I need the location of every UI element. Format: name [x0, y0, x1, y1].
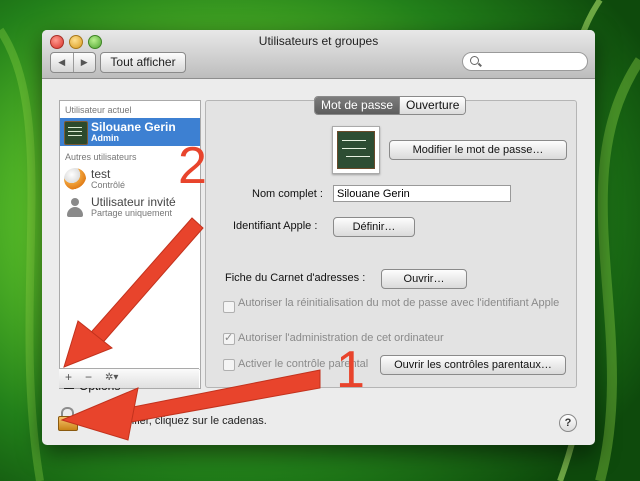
arrow-1: [127, 369, 321, 423]
arrow-2: [85, 217, 204, 349]
annotation-arrows: [60, 217, 321, 441]
annotation-number-2: 2: [178, 137, 207, 195]
arrow-1-head: [60, 387, 139, 441]
annotation-number-1: 1: [336, 341, 365, 399]
